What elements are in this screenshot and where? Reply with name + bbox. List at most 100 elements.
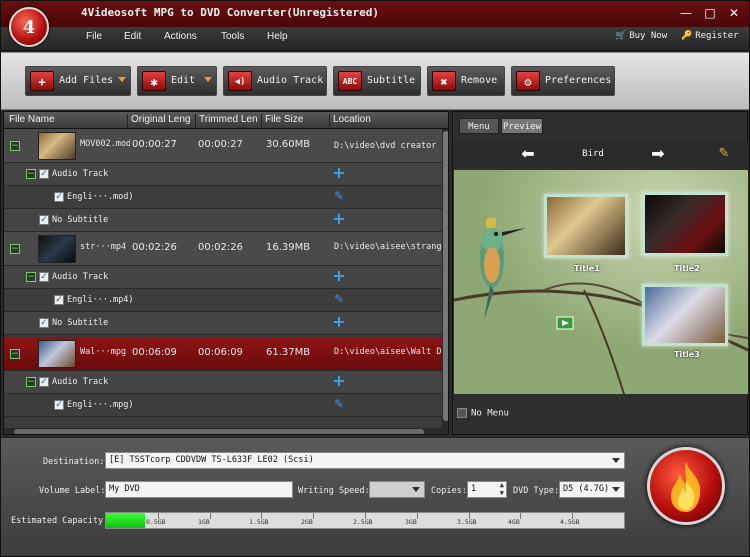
destination-label: Destination: (43, 457, 105, 467)
menu-actions[interactable]: Actions (164, 31, 197, 42)
edit-menu-icon[interactable]: ✎ (715, 145, 733, 163)
scrollbar-thumb[interactable] (443, 131, 448, 421)
subtitle-button[interactable]: ABC Subtitle (333, 66, 421, 96)
audio-item-checkbox[interactable]: ✓ (54, 192, 64, 202)
tab-menu[interactable]: Menu (459, 118, 499, 134)
menu-preview-canvas: Title1 Title2 Title3 (454, 170, 748, 394)
window-title: 4Videosoft MPG to DVD Converter(Unregist… (81, 6, 380, 19)
audio-item-row: ✓ Engli···.mpg) ✎ (4, 394, 442, 417)
gear-icon: ⚙ (516, 71, 540, 91)
collapse-icon[interactable]: − (10, 141, 20, 151)
trimmed-length: 00:00:27 (198, 139, 243, 150)
menu-file[interactable]: File (86, 31, 102, 42)
audio-track-label: Audio Track (52, 272, 109, 282)
audio-track-checkbox[interactable]: ✓ (39, 169, 49, 179)
volume-label-input[interactable]: My DVD (105, 481, 293, 498)
menu-help[interactable]: Help (267, 31, 288, 42)
subtitle-row: ✓ No Subtitle + (4, 312, 442, 335)
preferences-button[interactable]: ⚙ Preferences (511, 66, 615, 96)
audio-track-checkbox[interactable]: ✓ (39, 272, 49, 282)
app-window: 4Videosoft MPG to DVD Converter(Unregist… (0, 0, 750, 557)
file-name: MOV002.mod (80, 139, 130, 149)
audio-track-checkbox[interactable]: ✓ (39, 377, 49, 387)
title2-thumbnail[interactable] (642, 192, 728, 256)
writing-speed-label: Writing Speed: (298, 486, 370, 496)
file-row-selected[interactable]: − Wal···mpg 00:06:09 00:06:09 61.37MB D:… (4, 337, 442, 371)
collapse-icon[interactable]: − (26, 169, 36, 179)
subtitle-checkbox[interactable]: ✓ (39, 318, 49, 328)
trimmed-length: 00:02:26 (198, 242, 243, 253)
add-subtitle-icon[interactable]: + (332, 211, 346, 227)
add-audio-icon[interactable]: + (332, 373, 346, 389)
subtitle-checkbox[interactable]: ✓ (39, 215, 49, 225)
edit-audio-icon[interactable]: ✎ (332, 397, 346, 411)
edit-audio-icon[interactable]: ✎ (332, 292, 346, 306)
restore-button[interactable]: □ (701, 5, 719, 21)
remove-button[interactable]: ✖ Remove (427, 66, 505, 96)
menu-tools[interactable]: Tools (221, 31, 244, 42)
edit-button[interactable]: ✱ Edit (137, 66, 217, 96)
chevron-down-icon (612, 458, 620, 463)
no-menu-checkbox-box[interactable] (457, 408, 467, 418)
arrow-left-icon[interactable]: ⬅ (519, 145, 537, 163)
menu-bar: File Edit Actions Tools Help 🛒 Buy Now 🔑 R… (1, 27, 749, 51)
trimmed-length: 00:06:09 (198, 347, 243, 358)
fire-icon (670, 462, 701, 512)
logo-text: 4 (22, 17, 36, 38)
add-files-icon: + (30, 71, 54, 91)
chevron-down-icon (412, 487, 420, 492)
edit-audio-icon[interactable]: ✎ (332, 189, 346, 203)
arrow-right-icon[interactable]: ➡ (649, 145, 667, 163)
file-row[interactable]: − str···mp4 00:02:26 00:02:26 16.39MB D:… (4, 232, 442, 266)
dvd-type-select[interactable]: D5 (4.7G) (559, 481, 625, 498)
menu-edit[interactable]: Edit (124, 31, 141, 42)
column-file-name[interactable]: File Name (6, 114, 128, 128)
title3-thumbnail[interactable] (642, 284, 728, 346)
file-list-header: File Name Original Leng Trimmed Len File… (4, 112, 448, 129)
cart-icon: 🛒 (615, 31, 627, 41)
key-icon: 🔑 (681, 31, 693, 41)
add-files-button[interactable]: + Add Files (25, 66, 131, 96)
collapse-icon[interactable]: − (10, 349, 20, 359)
file-row[interactable]: − MOV002.mod 00:00:27 00:00:27 30.60MB D… (4, 129, 442, 163)
add-audio-icon[interactable]: + (332, 165, 346, 181)
collapse-icon[interactable]: − (26, 377, 36, 387)
app-logo: 4 (9, 7, 49, 47)
burn-button[interactable] (647, 447, 725, 525)
stepper-arrows-icon[interactable]: ▲ ▼ (500, 482, 504, 497)
audio-item-checkbox[interactable]: ✓ (54, 400, 64, 410)
vertical-scrollbar[interactable] (442, 129, 448, 434)
title1-thumbnail[interactable] (544, 194, 628, 258)
subtitle-row: ✓ No Subtitle + (4, 209, 442, 232)
buy-now-link[interactable]: 🛒 Buy Now (615, 31, 667, 41)
column-trimmed-length[interactable]: Trimmed Len (196, 114, 262, 128)
column-location[interactable]: Location (330, 114, 442, 128)
file-location: D:\video\dvd creator 子 (334, 141, 442, 151)
writing-speed-select[interactable] (369, 481, 425, 498)
close-button[interactable]: ✕ (725, 5, 743, 21)
minimize-button[interactable]: — (677, 5, 695, 21)
audio-track-label: Audio Track (52, 377, 109, 387)
add-subtitle-icon[interactable]: + (332, 314, 346, 330)
column-original-length[interactable]: Original Leng (128, 114, 196, 128)
add-audio-icon[interactable]: + (332, 268, 346, 284)
no-menu-checkbox[interactable]: No Menu (457, 408, 509, 419)
collapse-icon[interactable]: − (10, 244, 20, 254)
collapse-icon[interactable]: − (26, 272, 36, 282)
add-files-dropdown-icon[interactable] (118, 77, 126, 82)
edit-dropdown-icon[interactable] (204, 77, 212, 82)
audio-track-row: − ✓ Audio Track + (4, 266, 442, 289)
preferences-label: Preferences (545, 75, 612, 86)
audio-item-label: Engli···.mp4) (67, 295, 134, 305)
copies-stepper[interactable]: 1 ▲ ▼ (467, 481, 507, 498)
scrollbar-thumb[interactable] (14, 429, 424, 434)
horizontal-scrollbar[interactable] (4, 428, 442, 434)
column-file-size[interactable]: File Size (262, 114, 330, 128)
audio-item-checkbox[interactable]: ✓ (54, 295, 64, 305)
register-link[interactable]: 🔑 Register (681, 31, 739, 41)
tab-preview[interactable]: Preview (501, 118, 543, 134)
file-name: Wal···mpg (80, 347, 127, 357)
menu-nav-bar: ⬅ Bird ➡ ✎ (453, 142, 749, 168)
audio-track-button[interactable]: ◀) Audio Track (223, 66, 327, 96)
destination-select[interactable]: [E] TSSTcorp CDDVDW TS-L633F LE02 (Scsi) (105, 452, 625, 469)
